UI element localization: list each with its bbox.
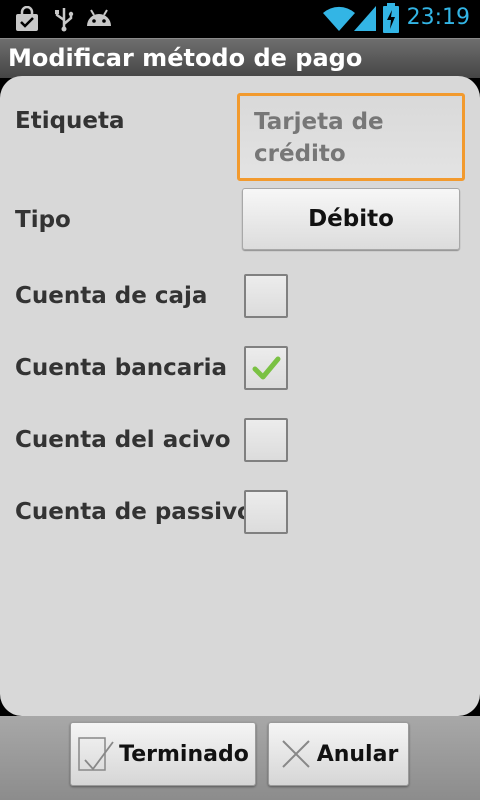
checkbox-cash-account[interactable] <box>244 274 288 318</box>
usb-icon <box>55 8 74 32</box>
label-field-label: Etiqueta <box>15 108 125 134</box>
page-title: Modificar método de pago <box>8 44 363 72</box>
checkbox-asset-account[interactable] <box>244 418 288 462</box>
checkbox-label-cash: Cuenta de caja <box>15 283 208 309</box>
label-input[interactable]: Tarjeta de crédito <box>237 93 465 181</box>
done-button[interactable]: Terminado <box>70 722 256 786</box>
cancel-button[interactable]: Anular <box>268 722 409 786</box>
close-icon <box>281 740 310 768</box>
android-icon <box>87 9 111 26</box>
form-panel: Etiqueta Tarjeta de crédito Tipo Débito … <box>0 76 480 716</box>
checkbox-label-bank: Cuenta bancaria <box>15 355 228 381</box>
type-field-label: Tipo <box>15 207 71 233</box>
checkbox-bank-account[interactable] <box>244 346 288 390</box>
clock: 23:19 <box>406 5 470 30</box>
signal-icon <box>354 6 376 31</box>
checkbox-label-liability: Cuenta de passivo <box>15 499 253 525</box>
checkmark-icon <box>252 356 281 380</box>
cancel-button-label: Anular <box>316 741 399 767</box>
checkbox-label-asset: Cuenta del acivo <box>15 427 231 453</box>
shopping-bag-icon <box>16 6 38 31</box>
wifi-icon <box>323 6 355 32</box>
type-spinner-value: Débito <box>308 206 394 232</box>
bottom-button-bar: Terminado Anular <box>0 716 480 800</box>
status-bar: 23:19 <box>0 0 480 38</box>
done-button-label: Terminado <box>119 741 249 767</box>
checkbox-liability-account[interactable] <box>244 490 288 534</box>
title-bar: Modificar método de pago <box>0 38 480 78</box>
checkmark-icon <box>78 737 114 771</box>
type-spinner[interactable]: Débito <box>242 188 460 250</box>
label-input-value: Tarjeta de crédito <box>254 109 384 167</box>
battery-charging-icon <box>383 3 399 33</box>
